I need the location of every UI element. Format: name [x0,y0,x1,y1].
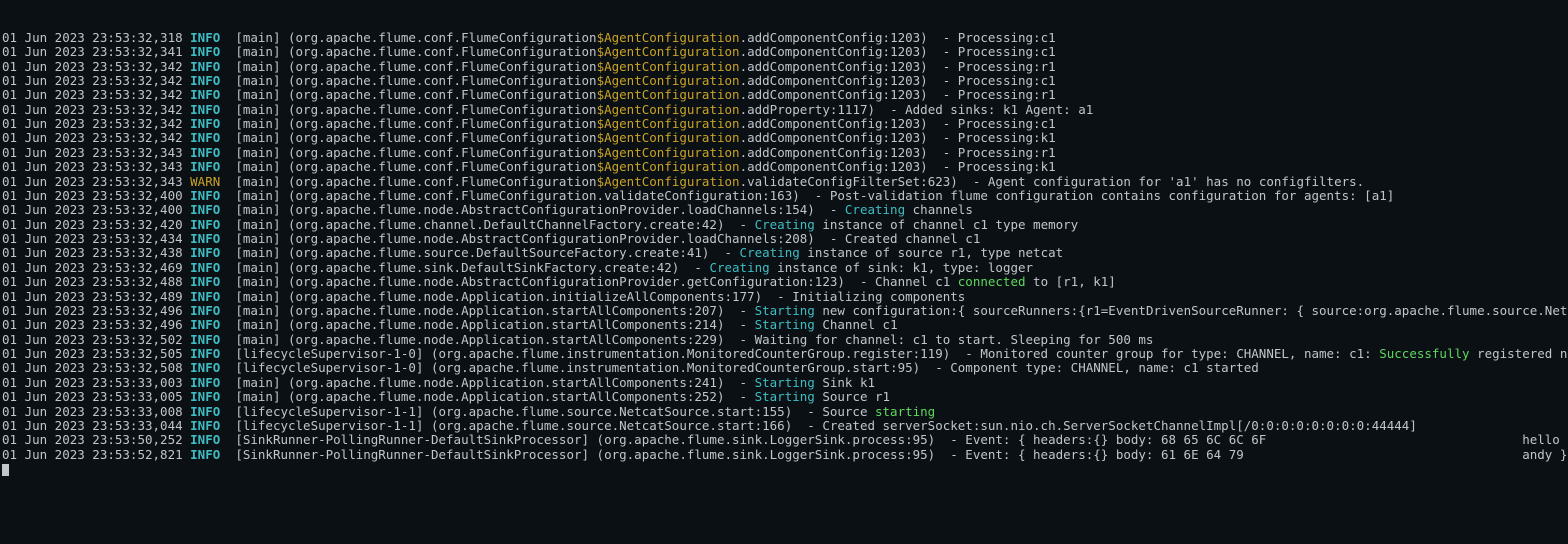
log-level: INFO [190,202,220,217]
log-level: INFO [190,303,220,318]
log-line: 01 Jun 2023 23:53:32,342 INFO [main] (or… [2,131,1566,145]
log-line: 01 Jun 2023 23:53:32,505 INFO [lifecycle… [2,347,1566,361]
log-level: INFO [190,260,220,275]
log-line: 01 Jun 2023 23:53:32,343 INFO [main] (or… [2,146,1566,160]
log-level: INFO [190,59,220,74]
log-line: 01 Jun 2023 23:53:32,496 INFO [main] (or… [2,318,1566,332]
log-level: INFO [190,245,220,260]
log-line: 01 Jun 2023 23:53:52,821 INFO [SinkRunne… [2,448,1566,462]
log-level: INFO [190,418,220,433]
log-line: 01 Jun 2023 23:53:50,252 INFO [SinkRunne… [2,433,1566,447]
log-level: INFO [190,375,220,390]
log-level: INFO [190,130,220,145]
log-line: 01 Jun 2023 23:53:33,008 INFO [lifecycle… [2,405,1566,419]
log-output[interactable]: 01 Jun 2023 23:53:32,318 INFO [main] (or… [2,31,1566,462]
log-line: 01 Jun 2023 23:53:32,342 INFO [main] (or… [2,88,1566,102]
log-line: 01 Jun 2023 23:53:32,489 INFO [main] (or… [2,290,1566,304]
log-level: INFO [190,274,220,289]
log-level: INFO [190,102,220,117]
log-level: INFO [190,447,220,462]
log-line: 01 Jun 2023 23:53:32,508 INFO [lifecycle… [2,361,1566,375]
log-level: INFO [190,188,220,203]
log-line: 01 Jun 2023 23:53:32,420 INFO [main] (or… [2,218,1566,232]
log-level: INFO [190,432,220,447]
log-level: INFO [190,404,220,419]
log-line: 01 Jun 2023 23:53:32,341 INFO [main] (or… [2,45,1566,59]
log-level: INFO [190,346,220,361]
log-level: INFO [190,44,220,59]
log-level: INFO [190,360,220,375]
log-level: INFO [190,145,220,160]
log-line: 01 Jun 2023 23:53:33,005 INFO [main] (or… [2,390,1566,404]
log-level: WARN [190,174,220,189]
log-line: 01 Jun 2023 23:53:32,342 INFO [main] (or… [2,60,1566,74]
log-line: 01 Jun 2023 23:53:32,342 INFO [main] (or… [2,117,1566,131]
log-line: 01 Jun 2023 23:53:32,496 INFO [main] (or… [2,304,1566,318]
log-line: 01 Jun 2023 23:53:32,318 INFO [main] (or… [2,31,1566,45]
log-level: INFO [190,217,220,232]
log-line: 01 Jun 2023 23:53:33,044 INFO [lifecycle… [2,419,1566,433]
log-line: 01 Jun 2023 23:53:32,400 INFO [main] (or… [2,189,1566,203]
log-line: 01 Jun 2023 23:53:32,488 INFO [main] (or… [2,275,1566,289]
log-line: 01 Jun 2023 23:53:32,438 INFO [main] (or… [2,246,1566,260]
log-level: INFO [190,289,220,304]
log-line: 01 Jun 2023 23:53:32,342 INFO [main] (or… [2,103,1566,117]
log-line: 01 Jun 2023 23:53:32,343 INFO [main] (or… [2,160,1566,174]
log-line: 01 Jun 2023 23:53:32,400 INFO [main] (or… [2,203,1566,217]
log-level: INFO [190,116,220,131]
log-line: 01 Jun 2023 23:53:32,343 WARN [main] (or… [2,175,1566,189]
log-level: INFO [190,231,220,246]
log-level: INFO [190,317,220,332]
log-line: 01 Jun 2023 23:53:32,469 INFO [main] (or… [2,261,1566,275]
log-level: INFO [190,73,220,88]
log-line: 01 Jun 2023 23:53:33,003 INFO [main] (or… [2,376,1566,390]
log-level: INFO [190,159,220,174]
cursor-icon [2,464,9,476]
log-level: INFO [190,87,220,102]
log-level: INFO [190,332,220,347]
log-line: 01 Jun 2023 23:53:32,502 INFO [main] (or… [2,333,1566,347]
log-level: INFO [190,30,220,45]
log-line: 01 Jun 2023 23:53:32,342 INFO [main] (or… [2,74,1566,88]
log-level: INFO [190,389,220,404]
log-line: 01 Jun 2023 23:53:32,434 INFO [main] (or… [2,232,1566,246]
